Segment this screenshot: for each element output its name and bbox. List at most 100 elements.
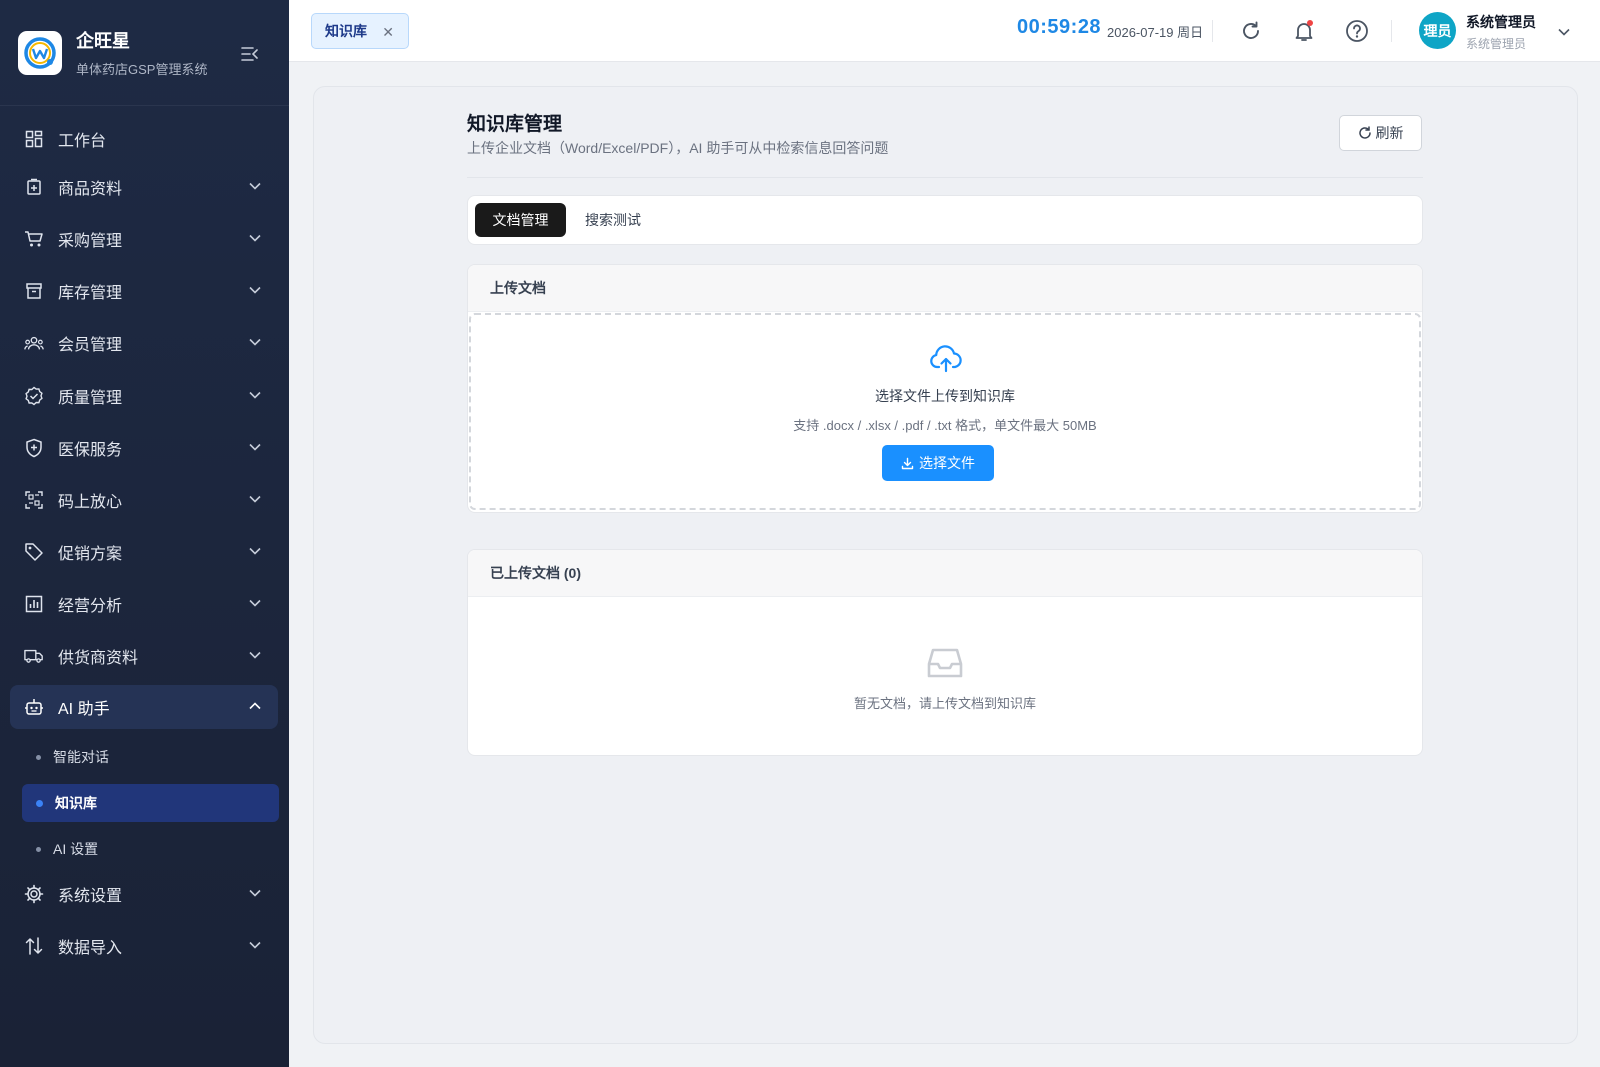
- sidebar-item-suppliers[interactable]: 供货商资料: [10, 634, 278, 678]
- shield-plus-icon: [24, 438, 44, 458]
- sidebar-subitem-ai-settings[interactable]: AI 设置: [22, 830, 279, 868]
- truck-icon: [24, 646, 44, 666]
- tab-document-management[interactable]: 文档管理: [475, 203, 566, 237]
- sidebar: 企旺星 单体药店GSP管理系统 工作台 商品资料 采购管理 库存管理 会员管理 …: [0, 0, 289, 1067]
- sidebar-item-ai-assistant[interactable]: AI 助手: [10, 685, 278, 729]
- chevron-down-icon: [248, 440, 262, 454]
- close-icon[interactable]: ✕: [382, 24, 394, 41]
- chevron-down-icon: [248, 544, 262, 558]
- sidebar-item-members[interactable]: 会员管理: [10, 321, 278, 365]
- sidebar-subitem-label: 智能对话: [53, 749, 109, 765]
- chevron-down-icon: [248, 335, 262, 349]
- sidebar-item-data-import[interactable]: 数据导入: [10, 924, 278, 968]
- sidebar-item-label: 工作台: [58, 133, 107, 150]
- bullet-dot: [36, 799, 43, 807]
- sidebar-subitem-chat[interactable]: 智能对话: [22, 738, 279, 776]
- page-title: 知识库管理: [467, 114, 563, 135]
- qrcode-icon: [24, 490, 44, 510]
- sidebar-item-label: AI 助手: [58, 701, 110, 718]
- import-icon: [24, 936, 44, 956]
- chevron-down-icon: [248, 886, 262, 900]
- brand: 企旺星 单体药店GSP管理系统: [0, 0, 289, 106]
- app-subtitle: 单体药店GSP管理系统: [76, 62, 208, 77]
- cloud-upload-icon: [929, 344, 963, 374]
- chevron-down-icon: [248, 388, 262, 402]
- archive-icon: [24, 281, 44, 301]
- page-description: 上传企业文档（Word/Excel/PDF），AI 助手可从中检索信息回答问题: [467, 140, 889, 156]
- tab-bar: 文档管理 搜索测试: [467, 195, 1423, 245]
- sidebar-subitem-label: AI 设置: [53, 841, 99, 857]
- sidebar-item-promotions[interactable]: 促销方案: [10, 530, 278, 574]
- tab-search-test[interactable]: 搜索测试: [574, 203, 652, 237]
- help-icon[interactable]: [1344, 18, 1370, 44]
- upload-title: 选择文件上传到知识库: [875, 388, 1015, 404]
- sidebar-subitem-knowledge-base[interactable]: 知识库: [22, 784, 279, 822]
- choose-file-button[interactable]: 选择文件: [882, 445, 994, 481]
- sidebar-item-label: 码上放心: [58, 494, 123, 511]
- chevron-up-icon: [248, 699, 262, 713]
- sidebar-item-inventory[interactable]: 库存管理: [10, 269, 278, 313]
- sidebar-item-label: 采购管理: [58, 233, 123, 250]
- product-icon: [24, 177, 44, 197]
- bell-icon[interactable]: [1291, 18, 1317, 44]
- bullet-dot: [36, 754, 41, 760]
- chevron-down-icon: [248, 231, 262, 245]
- sidebar-item-label: 会员管理: [58, 337, 123, 354]
- chevron-down-icon[interactable]: [1557, 24, 1571, 38]
- upload-card-heading: 上传文档: [468, 265, 1422, 312]
- uploaded-documents-heading: 已上传文档 (0): [468, 550, 1422, 597]
- chevron-down-icon: [248, 283, 262, 297]
- sidebar-item-system-settings[interactable]: 系统设置: [10, 872, 278, 916]
- sidebar-item-label: 质量管理: [58, 390, 123, 407]
- divider: [1391, 20, 1392, 42]
- date-display: 2026-07-19 周日: [1107, 25, 1204, 40]
- sidebar-item-label: 数据导入: [58, 940, 123, 957]
- top-bar: 知识库 ✕ 00:59:28 2026-07-19 周日 理员 系统管理员 系统…: [289, 0, 1600, 62]
- chevron-down-icon: [248, 938, 262, 952]
- collapse-sidebar-icon[interactable]: [240, 44, 260, 64]
- chevron-down-icon: [248, 648, 262, 662]
- robot-icon: [24, 697, 44, 717]
- sidebar-item-label: 经营分析: [58, 598, 123, 615]
- badge-check-icon: [24, 386, 44, 406]
- chevron-down-icon: [248, 596, 262, 610]
- dashboard-icon: [24, 129, 44, 149]
- sidebar-item-label: 系统设置: [58, 888, 123, 905]
- sidebar-item-traceability[interactable]: 码上放心: [10, 478, 278, 522]
- sidebar-item-label: 库存管理: [58, 285, 123, 302]
- app-name: 企旺星: [76, 31, 130, 51]
- open-tab-knowledge-base[interactable]: 知识库 ✕: [311, 13, 409, 49]
- sidebar-item-products[interactable]: 商品资料: [10, 165, 278, 209]
- clock: 00:59:28: [1017, 16, 1102, 38]
- sidebar-item-label: 商品资料: [58, 181, 123, 198]
- uploaded-documents-card: 已上传文档 (0) 暂无文档，请上传文档到知识库: [467, 549, 1423, 756]
- refresh-page-icon[interactable]: [1238, 18, 1264, 44]
- sidebar-item-purchasing[interactable]: 采购管理: [10, 217, 278, 261]
- sidebar-item-label: 供货商资料: [58, 650, 139, 667]
- choose-file-label: 选择文件: [919, 455, 975, 471]
- upload-card: 上传文档 选择文件上传到知识库 支持 .docx / .xlsx / .pdf …: [467, 264, 1423, 513]
- sidebar-item-dashboard[interactable]: 工作台: [10, 117, 278, 161]
- tag-icon: [24, 542, 44, 562]
- sidebar-item-label: 促销方案: [58, 546, 123, 563]
- user-name[interactable]: 系统管理员: [1466, 12, 1536, 32]
- chevron-down-icon: [248, 179, 262, 193]
- bar-chart-icon: [24, 594, 44, 614]
- empty-state-text: 暂无文档，请上传文档到知识库: [853, 696, 1036, 711]
- refresh-button-label: 刷新: [1375, 125, 1404, 141]
- app-logo: [18, 30, 62, 75]
- upload-dropzone[interactable]: 选择文件上传到知识库 支持 .docx / .xlsx / .pdf / .tx…: [469, 313, 1421, 510]
- sidebar-item-analytics[interactable]: 经营分析: [10, 582, 278, 626]
- sidebar-item-medical-insurance[interactable]: 医保服务: [10, 426, 278, 470]
- open-tab-label: 知识库: [325, 23, 367, 39]
- upload-hint: 支持 .docx / .xlsx / .pdf / .txt 格式，单文件最大 …: [793, 418, 1097, 433]
- sidebar-item-label: 医保服务: [58, 442, 123, 459]
- refresh-button[interactable]: 刷新: [1339, 115, 1422, 151]
- upload-icon: [901, 457, 914, 469]
- gear-icon: [24, 884, 44, 904]
- cart-icon: [24, 229, 44, 249]
- sidebar-item-quality[interactable]: 质量管理: [10, 374, 278, 418]
- refresh-icon: [1358, 126, 1371, 139]
- avatar[interactable]: 理员: [1419, 12, 1456, 49]
- users-icon: [24, 333, 44, 353]
